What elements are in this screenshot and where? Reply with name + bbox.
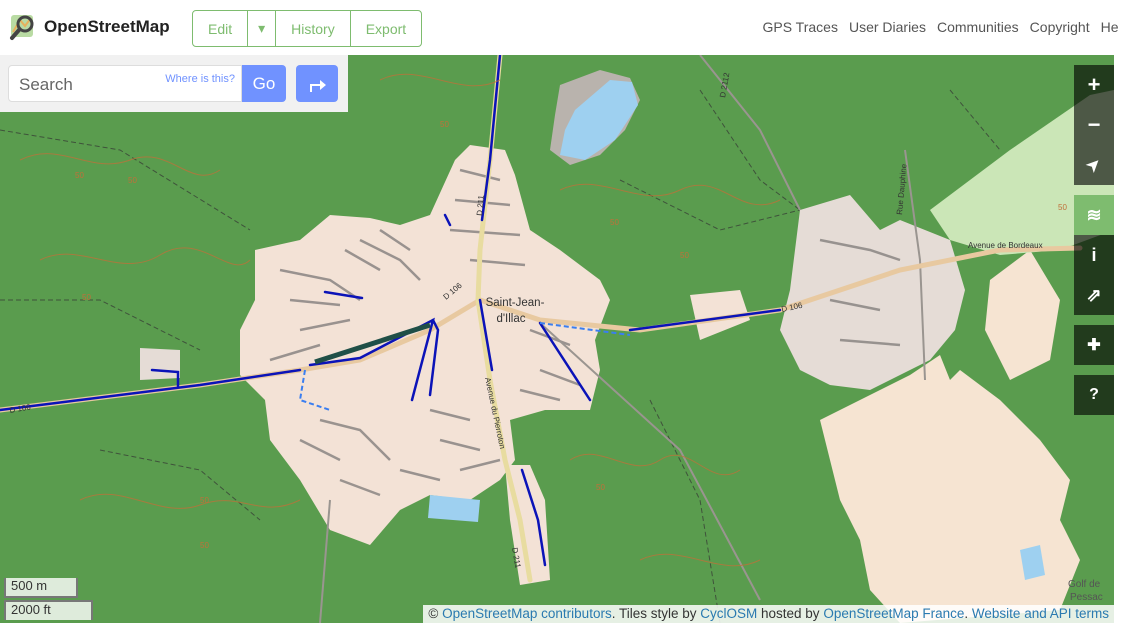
- where-is-this-link[interactable]: Where is this?: [165, 73, 235, 85]
- golf-label-line1: Golf de: [1068, 579, 1101, 590]
- map-info-button[interactable]: i: [1074, 235, 1114, 275]
- logo[interactable]: OpenStreetMap: [8, 12, 170, 42]
- info-icon: i: [1091, 244, 1097, 265]
- attribution: © OpenStreetMap contributors. Tiles styl…: [423, 605, 1114, 623]
- map-canvas[interactable]: Saint-Jean- d'Illac D 106 D 106 D 106 Av…: [0, 55, 1114, 623]
- contour-label: 50: [610, 218, 619, 227]
- contour-label: 50: [596, 483, 605, 492]
- magnifier-logo-icon: [10, 15, 34, 40]
- place-label-line2: d'Illac: [496, 313, 525, 325]
- directions-button[interactable]: [296, 65, 338, 102]
- scale-bar: 500 m 2000 ft: [4, 578, 93, 620]
- copyright-symbol: ©: [428, 606, 439, 621]
- tiles-style-text: . Tiles style by: [611, 606, 697, 621]
- edit-button-group: Edit ▾ History Export: [192, 10, 423, 47]
- plus-icon: +: [1087, 72, 1101, 97]
- brand-name: OpenStreetMap: [44, 17, 170, 36]
- edit-dropdown-button[interactable]: ▾: [248, 11, 277, 46]
- hosted-by-text: hosted by: [761, 606, 820, 621]
- scale-imperial: 2000 ft: [4, 600, 93, 620]
- contour-label: 50: [82, 293, 91, 302]
- map-controls: + − ➤ ≋ i ⇗ ✚ ?: [1074, 65, 1114, 415]
- query-cursor-icon: ?: [1089, 386, 1099, 403]
- layers-button[interactable]: ≋: [1074, 195, 1114, 235]
- history-button[interactable]: History: [276, 11, 351, 46]
- search-input[interactable]: Search Where is this?: [8, 65, 242, 102]
- cyclosm-link[interactable]: CyclOSM: [700, 606, 757, 621]
- place-label-line1: Saint-Jean-: [486, 297, 545, 309]
- nav-user-diaries[interactable]: User Diaries: [843, 19, 931, 35]
- locate-button[interactable]: ➤: [1074, 145, 1114, 185]
- contour-label: 50: [200, 541, 209, 550]
- golf-label-line2: Pessac: [1070, 592, 1103, 603]
- zoom-in-button[interactable]: +: [1074, 65, 1114, 105]
- terms-link[interactable]: Website and API terms: [972, 606, 1109, 621]
- nav-gps-traces[interactable]: GPS Traces: [757, 19, 843, 35]
- osm-france-link[interactable]: OpenStreetMap France: [823, 606, 964, 621]
- edit-button[interactable]: Edit: [193, 11, 249, 46]
- share-button[interactable]: ⇗: [1074, 275, 1114, 315]
- map-tiles: Saint-Jean- d'Illac D 106 D 106 D 106 Av…: [0, 55, 1114, 623]
- osm-contributors-link[interactable]: OpenStreetMap contributors: [442, 606, 612, 621]
- go-button[interactable]: Go: [242, 65, 286, 102]
- query-features-button[interactable]: ?: [1074, 375, 1114, 415]
- contour-label: 50: [440, 120, 449, 129]
- add-note-icon: ✚: [1087, 337, 1101, 354]
- nav-copyright[interactable]: Copyright: [1024, 19, 1095, 35]
- top-nav: GPS Traces User Diaries Communities Copy…: [757, 19, 1124, 35]
- nav-communities[interactable]: Communities: [931, 19, 1024, 35]
- directions-icon: [310, 79, 326, 92]
- share-icon: ⇗: [1086, 284, 1102, 305]
- search-placeholder: Search: [19, 75, 73, 94]
- header: OpenStreetMap Edit ▾ History Export GPS …: [0, 0, 1124, 55]
- locate-arrow-icon: ➤: [1083, 154, 1106, 177]
- contour-label: 50: [1058, 203, 1067, 212]
- contour-label: 50: [680, 251, 689, 260]
- nav-help[interactable]: He: [1095, 19, 1124, 35]
- search-panel: Search Where is this? Go: [0, 55, 348, 112]
- minus-icon: −: [1087, 112, 1101, 137]
- export-button[interactable]: Export: [351, 11, 421, 46]
- add-note-button[interactable]: ✚: [1074, 325, 1114, 365]
- road-label: D 211: [475, 194, 486, 216]
- scale-metric: 500 m: [4, 578, 78, 598]
- layers-icon: ≋: [1086, 204, 1102, 225]
- zoom-out-button[interactable]: −: [1074, 105, 1114, 145]
- contour-label: 50: [128, 176, 137, 185]
- contour-label: 50: [75, 171, 84, 180]
- road-label: Avenue de Bordeaux: [968, 241, 1043, 250]
